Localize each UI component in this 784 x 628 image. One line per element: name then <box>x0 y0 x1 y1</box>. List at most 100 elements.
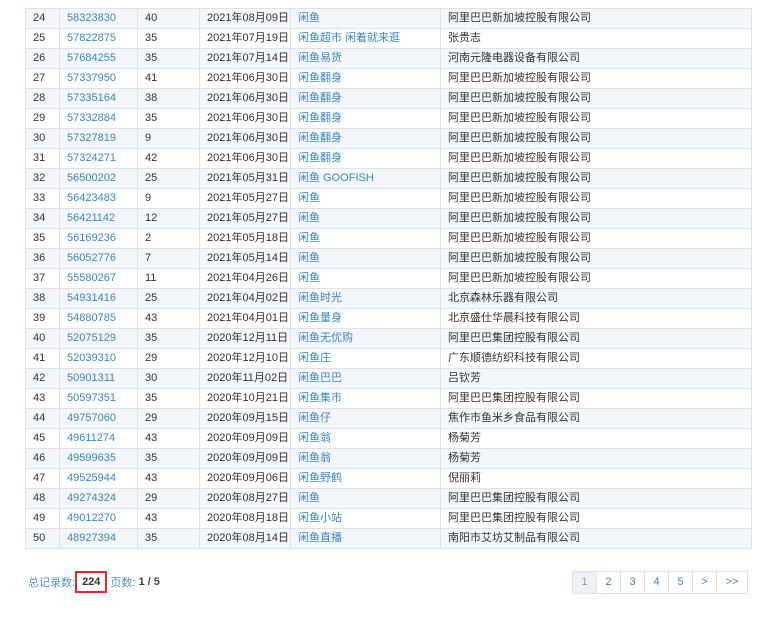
page-1-button[interactable]: 1 <box>572 571 597 594</box>
row-index: 41 <box>33 352 46 364</box>
row-index: 30 <box>33 132 46 144</box>
registration-number-link[interactable]: 57822875 <box>67 32 116 44</box>
registration-number-link-cell: 58323830 <box>59 8 138 29</box>
registration-number-link[interactable]: 50597351 <box>67 392 116 404</box>
trademark-name-link[interactable]: 闲鱼无优购 <box>298 332 353 344</box>
trademark-name-link[interactable]: 闲鱼量身 <box>298 312 342 324</box>
trademark-name-link[interactable]: 闲鱼 <box>298 252 320 264</box>
last-page-button[interactable]: >> <box>716 571 748 594</box>
class-number: 29 <box>145 412 158 424</box>
trademark-name-link[interactable]: 闲鱼翻身 <box>298 152 342 164</box>
applicant-name-cell: 阿里巴巴新加坡控股有限公司 <box>440 68 752 89</box>
trademark-name-link[interactable]: 闲鱼 <box>298 212 320 224</box>
trademark-name-link[interactable]: 闲鱼翻身 <box>298 132 342 144</box>
applicant-name-cell: 阿里巴巴新加坡控股有限公司 <box>440 228 752 249</box>
registration-number-link[interactable]: 56423483 <box>67 192 116 204</box>
class-number-cell: 29 <box>137 348 200 369</box>
registration-number-link[interactable]: 57332884 <box>67 112 116 124</box>
application-date: 2021年06月30日 <box>207 152 289 164</box>
registration-number-link[interactable]: 57337950 <box>67 72 116 84</box>
registration-number-link[interactable]: 57335164 <box>67 92 116 104</box>
registration-number-link[interactable]: 48927394 <box>67 532 116 544</box>
registration-number-link[interactable]: 57324271 <box>67 152 116 164</box>
trademark-name-link[interactable]: 闲鱼易货 <box>298 52 342 64</box>
registration-number-link-cell: 57327819 <box>59 128 138 149</box>
trademark-name-link-cell: 闲鱼翻身 <box>290 88 441 109</box>
registration-number-link[interactable]: 56500202 <box>67 172 116 184</box>
registration-number-link[interactable]: 50901311 <box>67 372 115 384</box>
row-index: 25 <box>33 32 46 44</box>
trademark-name-link[interactable]: 闲鱼翁 <box>298 432 331 444</box>
registration-number-link[interactable]: 49757060 <box>67 412 116 424</box>
registration-number-link[interactable]: 54880785 <box>67 312 116 324</box>
trademark-name-link[interactable]: 闲鱼 <box>298 192 320 204</box>
trademark-name-link[interactable]: 闲鱼 GOOFISH <box>298 172 374 184</box>
trademark-name-link[interactable]: 闲鱼仔 <box>298 412 331 424</box>
trademark-name-link[interactable]: 闲鱼翻身 <box>298 72 342 84</box>
trademark-name-link[interactable]: 闲鱼时光 <box>298 292 342 304</box>
trademark-name-link[interactable]: 闲鱼翻身 <box>298 92 342 104</box>
trademark-name-link[interactable]: 闲鱼翻身 <box>298 112 342 124</box>
registration-number-link[interactable]: 49599635 <box>67 452 116 464</box>
trademark-name-link[interactable]: 闲鱼巴巴 <box>298 372 342 384</box>
next-page-button[interactable]: > <box>692 571 717 594</box>
trademark-name-link[interactable]: 闲鱼小站 <box>298 512 342 524</box>
page-3-button[interactable]: 3 <box>620 571 645 594</box>
registration-number-link[interactable]: 56421142 <box>67 212 115 224</box>
class-number-cell: 29 <box>137 408 200 429</box>
registration-number-link-cell: 56423483 <box>59 188 138 209</box>
applicant-name: 阿里巴巴集团控股有限公司 <box>448 492 580 504</box>
applicant-name-cell: 广东顺德纺织科技有限公司 <box>440 348 752 369</box>
registration-number-link[interactable]: 57327819 <box>67 132 116 144</box>
page-5-button[interactable]: 5 <box>668 571 693 594</box>
page-4-button[interactable]: 4 <box>644 571 669 594</box>
applicant-name: 阿里巴巴新加坡控股有限公司 <box>448 12 591 24</box>
registration-number-link[interactable]: 56169236 <box>67 232 116 244</box>
registration-number-link[interactable]: 49611274 <box>67 432 115 444</box>
trademark-name-link[interactable]: 闲鱼翁 <box>298 452 331 464</box>
registration-number-link[interactable]: 58323830 <box>67 12 116 24</box>
registration-number-link[interactable]: 49274324 <box>67 492 116 504</box>
trademark-name-link-cell: 闲鱼翁 <box>290 448 441 469</box>
application-date: 2020年12月10日 <box>207 352 289 364</box>
trademark-name-link[interactable]: 闲鱼 <box>298 232 320 244</box>
trademark-name-link-cell: 闲鱼 <box>290 268 441 289</box>
registration-number-link-cell: 48927394 <box>59 528 138 549</box>
table-row: 24 58323830 40 2021年08月09日 闲鱼 阿里巴巴新加坡控股有限公司 <box>25 8 752 29</box>
registration-number-link-cell: 49012270 <box>59 508 138 529</box>
row-index-cell: 24 <box>25 8 60 29</box>
page-2-button[interactable]: 2 <box>596 571 621 594</box>
registration-number-link[interactable]: 54931416 <box>67 292 116 304</box>
registration-number-link[interactable]: 52075129 <box>67 332 116 344</box>
row-index-cell: 35 <box>25 228 60 249</box>
application-date: 2021年04月02日 <box>207 292 289 304</box>
table-row: 28 57335164 38 2021年06月30日 闲鱼翻身 阿里巴巴新加坡控股有限公司 <box>25 88 752 109</box>
trademark-name-link[interactable]: 闲鱼 <box>298 272 320 284</box>
trademark-name-link[interactable]: 闲鱼超市 闲着就来逛 <box>298 32 400 44</box>
registration-number-link[interactable]: 49012270 <box>67 512 116 524</box>
trademark-name-link[interactable]: 闲鱼 <box>298 12 320 24</box>
trademark-name-link[interactable]: 闲鱼直播 <box>298 532 342 544</box>
trademark-name-link[interactable]: 闲鱼野鹤 <box>298 472 342 484</box>
registration-number-link[interactable]: 52039310 <box>67 352 116 364</box>
class-number: 35 <box>145 112 158 124</box>
table-row: 40 52075129 35 2020年12月11日 闲鱼无优购 阿里巴巴集团控股有限公司 <box>25 328 752 349</box>
row-index: 46 <box>33 452 46 464</box>
registration-number-link[interactable]: 55580267 <box>67 272 116 284</box>
trademark-name-link[interactable]: 闲鱼集市 <box>298 392 342 404</box>
registration-number-link[interactable]: 56052776 <box>67 252 116 264</box>
table-row: 26 57684255 35 2021年07月14日 闲鱼易货 河南元隆电器设备有限公司 <box>25 48 752 69</box>
registration-number-link-cell: 57822875 <box>59 28 138 49</box>
registration-number-link[interactable]: 57684255 <box>67 52 116 64</box>
class-number: 9 <box>145 132 152 144</box>
applicant-name-cell: 焦作市鱼米乡食品有限公司 <box>440 408 752 429</box>
application-date-cell: 2020年09月06日 <box>199 468 291 489</box>
trademark-name-link[interactable]: 闲鱼庄 <box>298 352 331 364</box>
trademark-name-link[interactable]: 闲鱼 <box>298 492 320 504</box>
trademark-name-link-cell: 闲鱼量身 <box>290 308 441 329</box>
applicant-name: 阿里巴巴新加坡控股有限公司 <box>448 212 591 224</box>
registration-number-link-cell: 49757060 <box>59 408 138 429</box>
application-date: 2021年08月09日 <box>207 12 289 24</box>
row-index: 24 <box>33 12 46 24</box>
registration-number-link[interactable]: 49525944 <box>67 472 116 484</box>
